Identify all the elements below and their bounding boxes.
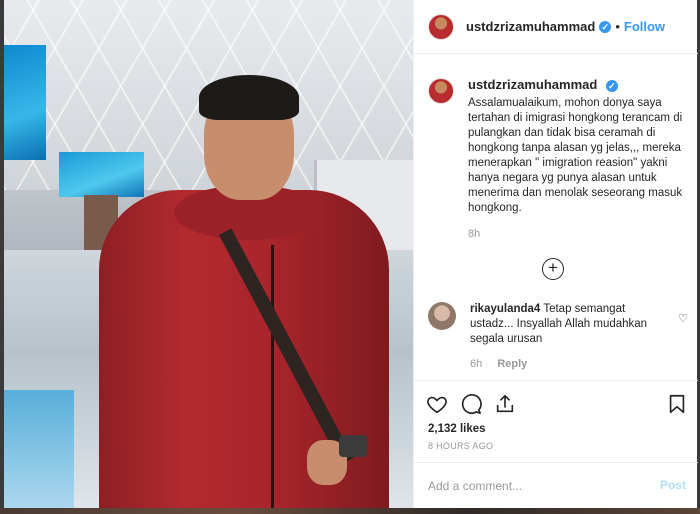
- post-caption: ustdzrizamuhammad ✓ Assalamualaikum, moh…: [428, 76, 688, 240]
- comment-body: rikayulanda4 Tetap semangat ustadz... In…: [470, 302, 660, 372]
- caption-text: Assalamualaikum, mohon donya saya tertah…: [468, 97, 683, 214]
- post-actions: 2,132 likes 8 HOURS AGO: [414, 380, 698, 462]
- photo-floor-reflection: [4, 390, 74, 508]
- post-comment-button[interactable]: Post: [660, 478, 686, 492]
- caption-body: ustdzrizamuhammad ✓ Assalamualaikum, moh…: [468, 76, 683, 240]
- caption-author-username[interactable]: ustdzrizamuhammad: [468, 77, 597, 92]
- reply-button[interactable]: Reply: [497, 358, 527, 370]
- commenter-avatar[interactable]: [428, 302, 456, 330]
- load-more-comments-icon[interactable]: +: [542, 258, 564, 280]
- post-side-panel: ustdzrizamuhammad ✓ • Follow ustdzrizamu…: [413, 0, 698, 508]
- comment-input[interactable]: [428, 475, 648, 497]
- verified-badge-icon: ✓: [599, 20, 612, 33]
- person-watch: [339, 435, 367, 457]
- comment-item: rikayulanda4 Tetap semangat ustadz... In…: [428, 302, 688, 372]
- likes-count[interactable]: 2,132 likes: [428, 423, 486, 435]
- comment-icon[interactable]: [460, 393, 482, 415]
- photo-person: [99, 75, 389, 508]
- header-separator: •: [615, 19, 620, 34]
- caption-verified-badge-icon: ✓: [605, 80, 618, 92]
- heart-icon[interactable]: [426, 393, 448, 415]
- follow-button[interactable]: Follow: [624, 19, 665, 34]
- caption-author-avatar[interactable]: [428, 78, 454, 104]
- add-comment-bar: Post: [414, 462, 698, 508]
- comment-age: 6h: [470, 358, 483, 370]
- author-username[interactable]: ustdzrizamuhammad: [466, 19, 595, 34]
- person-hair: [199, 75, 299, 120]
- bottom-edge-strip: [0, 508, 700, 514]
- comment-like-heart-icon[interactable]: ♡: [678, 312, 688, 325]
- comment-meta: 6h Reply: [470, 357, 660, 372]
- author-avatar[interactable]: [428, 13, 454, 40]
- post-timestamp[interactable]: 8 HOURS AGO: [428, 441, 493, 451]
- screenshot-frame: ustdzrizamuhammad ✓ • Follow ustdzrizamu…: [0, 0, 700, 514]
- person-zipper: [271, 245, 274, 508]
- comments-section[interactable]: ustdzrizamuhammad ✓ Assalamualaikum, moh…: [414, 54, 698, 380]
- post-header: ustdzrizamuhammad ✓ • Follow: [414, 0, 698, 54]
- commenter-username[interactable]: rikayulanda4: [470, 303, 540, 315]
- photo-display-screen-left: [4, 45, 46, 160]
- share-icon[interactable]: [494, 393, 516, 415]
- post-photo[interactable]: [4, 0, 413, 508]
- caption-age: 8h: [468, 228, 481, 240]
- bookmark-icon[interactable]: [666, 393, 688, 415]
